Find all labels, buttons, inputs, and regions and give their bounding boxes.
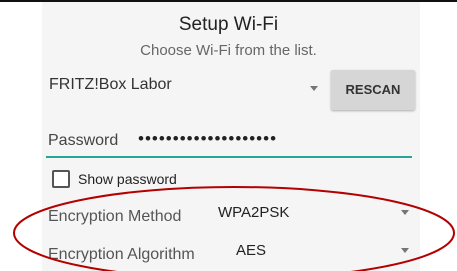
password-field[interactable]: Password •••••••••••••••••••• xyxy=(46,124,412,158)
encryption-algorithm-dropdown[interactable]: Encryption Algorithm AES xyxy=(46,236,416,268)
password-input-value[interactable]: •••••••••••••••••••• xyxy=(138,129,277,149)
dialog-subtitle: Choose Wi-Fi from the list. xyxy=(140,42,317,59)
chevron-down-icon xyxy=(401,210,409,215)
show-password-checkbox[interactable] xyxy=(52,170,70,188)
wifi-network-dropdown[interactable]: FRITZ!Box Labor xyxy=(46,69,328,109)
encryption-algorithm-label: Encryption Algorithm xyxy=(48,246,195,263)
password-label: Password xyxy=(48,132,119,149)
encryption-algorithm-value: AES xyxy=(236,242,267,259)
encryption-method-dropdown[interactable]: Encryption Method WPA2PSK xyxy=(46,198,416,230)
encryption-method-label: Encryption Method xyxy=(48,208,182,225)
show-password-label: Show password xyxy=(78,171,177,187)
rescan-button[interactable]: RESCAN xyxy=(331,70,415,110)
selected-network-value: FRITZ!Box Labor xyxy=(49,76,172,93)
chevron-down-icon xyxy=(310,86,318,91)
chevron-down-icon xyxy=(401,248,409,253)
dialog-title: Setup Wi-Fi xyxy=(178,14,279,35)
encryption-method-value: WPA2PSK xyxy=(218,204,290,221)
